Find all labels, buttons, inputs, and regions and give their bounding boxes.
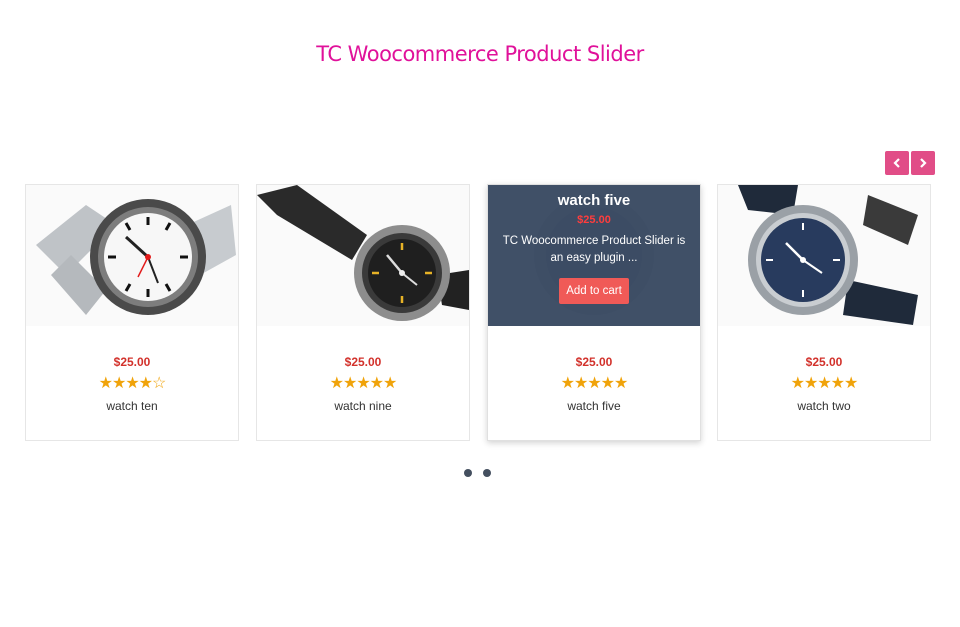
product-name[interactable]: watch two	[718, 399, 930, 413]
overlay-description: TC Woocommerce Product Slider is an easy…	[502, 235, 686, 264]
add-to-cart-button[interactable]: Add to cart	[559, 278, 629, 304]
product-name[interactable]: watch nine	[257, 399, 469, 413]
product-image[interactable]	[718, 185, 930, 326]
next-button[interactable]	[911, 151, 935, 175]
rating-stars: ★★★★☆	[26, 375, 238, 393]
watch-image	[718, 185, 930, 326]
product-card[interactable]: $25.00 ★★★★★ watch nine	[256, 184, 470, 441]
product-price: $25.00	[344, 355, 382, 369]
overlay-product-price: $25.00	[577, 214, 611, 226]
overlay-product-name[interactable]: watch five	[488, 192, 700, 209]
filled-stars: ★★★★	[98, 375, 153, 392]
product-price: $25.00	[805, 355, 843, 369]
product-name[interactable]: watch ten	[26, 399, 238, 413]
product-card[interactable]: watch five $25.00 TC Woocommerce Product…	[487, 184, 701, 441]
chevron-right-icon	[920, 158, 927, 168]
product-price: $25.00	[113, 355, 151, 369]
chevron-left-icon	[893, 158, 900, 168]
rating-stars: ★★★★★	[257, 375, 469, 393]
page-title: TC Woocommerce Product Slider	[316, 42, 644, 66]
product-image[interactable]	[257, 185, 469, 326]
filled-stars: ★★★★★	[560, 375, 629, 392]
product-card[interactable]: $25.00 ★★★★★ watch two	[717, 184, 931, 441]
slider-pagination	[464, 469, 491, 477]
empty-stars: ☆	[152, 375, 166, 392]
watch-image	[257, 185, 469, 326]
product-name[interactable]: watch five	[488, 399, 700, 413]
product-card[interactable]: $25.00 ★★★★☆ watch ten	[25, 184, 239, 441]
watch-image	[26, 185, 238, 326]
filled-stars: ★★★★★	[329, 375, 398, 392]
filled-stars: ★★★★★	[790, 375, 859, 392]
pagination-dot-2[interactable]	[483, 469, 491, 477]
rating-stars: ★★★★★	[488, 375, 700, 393]
pagination-dot-1[interactable]	[464, 469, 472, 477]
prev-button[interactable]	[885, 151, 909, 175]
product-image[interactable]	[26, 185, 238, 326]
slider-nav	[885, 151, 935, 175]
product-price: $25.00	[575, 355, 613, 369]
rating-stars: ★★★★★	[718, 375, 930, 393]
product-hover-overlay: watch five $25.00 TC Woocommerce Product…	[488, 185, 700, 326]
